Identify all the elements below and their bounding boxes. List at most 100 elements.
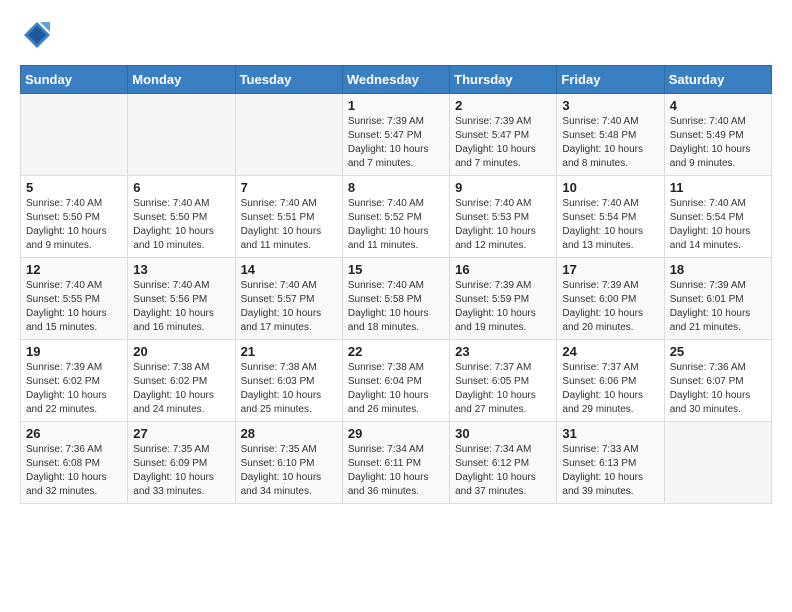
- day-number: 27: [133, 426, 229, 441]
- day-number: 13: [133, 262, 229, 277]
- calendar-cell: 13 Sunrise: 7:40 AM Sunset: 5:56 PM Dayli…: [128, 258, 235, 340]
- day-info: Sunrise: 7:39 AM Sunset: 6:02 PM Dayligh…: [26, 361, 122, 417]
- calendar-cell: 2 Sunrise: 7:39 AM Sunset: 5:47 PM Daylig…: [450, 94, 557, 176]
- day-number: 29: [348, 426, 444, 441]
- day-number: 8: [348, 180, 444, 195]
- calendar-table: SundayMondayTuesdayWednesdayThursdayFrid…: [20, 65, 772, 504]
- day-info: Sunrise: 7:39 AM Sunset: 6:00 PM Dayligh…: [562, 279, 658, 335]
- day-number: 20: [133, 344, 229, 359]
- day-info: Sunrise: 7:39 AM Sunset: 6:01 PM Dayligh…: [670, 279, 766, 335]
- day-info: Sunrise: 7:36 AM Sunset: 6:08 PM Dayligh…: [26, 443, 122, 499]
- day-info: Sunrise: 7:40 AM Sunset: 5:52 PM Dayligh…: [348, 197, 444, 253]
- day-number: 22: [348, 344, 444, 359]
- calendar-cell: 29Sunrise: 7:34 AM Sunset: 6:11 PM Dayli…: [342, 422, 449, 504]
- calendar-cell: 8 Sunrise: 7:40 AM Sunset: 5:52 PM Daylig…: [342, 176, 449, 258]
- calendar-cell: 15 Sunrise: 7:40 AM Sunset: 5:58 PM Dayli…: [342, 258, 449, 340]
- day-info: Sunrise: 7:40 AM Sunset: 5:50 PM Dayligh…: [26, 197, 122, 253]
- day-info: Sunrise: 7:40 AM Sunset: 5:58 PM Dayligh…: [348, 279, 444, 335]
- day-info: Sunrise: 7:34 AM Sunset: 6:12 PM Dayligh…: [455, 443, 551, 499]
- weekday-header-tuesday: Tuesday: [235, 66, 342, 94]
- calendar-cell: 7 Sunrise: 7:40 AM Sunset: 5:51 PM Daylig…: [235, 176, 342, 258]
- day-number: 26: [26, 426, 122, 441]
- calendar-week-4: 19 Sunrise: 7:39 AM Sunset: 6:02 PM Dayli…: [21, 340, 772, 422]
- calendar-cell: 28 Sunrise: 7:35 AM Sunset: 6:10 PM Dayli…: [235, 422, 342, 504]
- calendar-cell: 11Sunrise: 7:40 AM Sunset: 5:54 PM Dayli…: [664, 176, 771, 258]
- day-info: Sunrise: 7:40 AM Sunset: 5:49 PM Dayligh…: [670, 115, 766, 171]
- calendar-week-2: 5 Sunrise: 7:40 AM Sunset: 5:50 PM Daylig…: [21, 176, 772, 258]
- day-info: Sunrise: 7:40 AM Sunset: 5:51 PM Dayligh…: [241, 197, 337, 253]
- calendar-cell: 23 Sunrise: 7:37 AM Sunset: 6:05 PM Dayli…: [450, 340, 557, 422]
- day-number: 21: [241, 344, 337, 359]
- day-info: Sunrise: 7:40 AM Sunset: 5:55 PM Dayligh…: [26, 279, 122, 335]
- calendar-cell: 20 Sunrise: 7:38 AM Sunset: 6:02 PM Dayli…: [128, 340, 235, 422]
- calendar-cell: [664, 422, 771, 504]
- calendar-cell: 17 Sunrise: 7:39 AM Sunset: 6:00 PM Dayli…: [557, 258, 664, 340]
- calendar-cell: 1 Sunrise: 7:39 AM Sunset: 5:47 PM Daylig…: [342, 94, 449, 176]
- day-number: 23: [455, 344, 551, 359]
- day-number: 15: [348, 262, 444, 277]
- day-number: 24: [562, 344, 658, 359]
- logo: [20, 20, 56, 55]
- calendar-cell: 6 Sunrise: 7:40 AM Sunset: 5:50 PM Daylig…: [128, 176, 235, 258]
- calendar-cell: [128, 94, 235, 176]
- logo-icon: [22, 20, 52, 50]
- calendar-cell: 12 Sunrise: 7:40 AM Sunset: 5:55 PM Dayli…: [21, 258, 128, 340]
- day-number: 28: [241, 426, 337, 441]
- page-header: [20, 20, 772, 55]
- day-number: 1: [348, 98, 444, 113]
- day-info: Sunrise: 7:37 AM Sunset: 6:05 PM Dayligh…: [455, 361, 551, 417]
- day-info: Sunrise: 7:37 AM Sunset: 6:06 PM Dayligh…: [562, 361, 658, 417]
- calendar-cell: 14 Sunrise: 7:40 AM Sunset: 5:57 PM Dayli…: [235, 258, 342, 340]
- calendar-cell: 22 Sunrise: 7:38 AM Sunset: 6:04 PM Dayli…: [342, 340, 449, 422]
- day-info: Sunrise: 7:38 AM Sunset: 6:02 PM Dayligh…: [133, 361, 229, 417]
- calendar-cell: [21, 94, 128, 176]
- day-number: 25: [670, 344, 766, 359]
- calendar-cell: 27Sunrise: 7:35 AM Sunset: 6:09 PM Dayli…: [128, 422, 235, 504]
- weekday-header-monday: Monday: [128, 66, 235, 94]
- day-number: 5: [26, 180, 122, 195]
- day-info: Sunrise: 7:40 AM Sunset: 5:57 PM Dayligh…: [241, 279, 337, 335]
- weekday-header-wednesday: Wednesday: [342, 66, 449, 94]
- calendar-cell: 18 Sunrise: 7:39 AM Sunset: 6:01 PM Dayli…: [664, 258, 771, 340]
- day-info: Sunrise: 7:36 AM Sunset: 6:07 PM Dayligh…: [670, 361, 766, 417]
- day-info: Sunrise: 7:35 AM Sunset: 6:10 PM Dayligh…: [241, 443, 337, 499]
- day-number: 30: [455, 426, 551, 441]
- day-info: Sunrise: 7:38 AM Sunset: 6:04 PM Dayligh…: [348, 361, 444, 417]
- day-number: 2: [455, 98, 551, 113]
- day-number: 16: [455, 262, 551, 277]
- day-info: Sunrise: 7:40 AM Sunset: 5:50 PM Dayligh…: [133, 197, 229, 253]
- day-number: 18: [670, 262, 766, 277]
- calendar-header-row: SundayMondayTuesdayWednesdayThursdayFrid…: [21, 66, 772, 94]
- day-number: 6: [133, 180, 229, 195]
- day-info: Sunrise: 7:40 AM Sunset: 5:56 PM Dayligh…: [133, 279, 229, 335]
- calendar-cell: 31Sunrise: 7:33 AM Sunset: 6:13 PM Dayli…: [557, 422, 664, 504]
- calendar-cell: 5 Sunrise: 7:40 AM Sunset: 5:50 PM Daylig…: [21, 176, 128, 258]
- day-info: Sunrise: 7:40 AM Sunset: 5:54 PM Dayligh…: [562, 197, 658, 253]
- day-info: Sunrise: 7:39 AM Sunset: 5:47 PM Dayligh…: [455, 115, 551, 171]
- calendar-cell: 30 Sunrise: 7:34 AM Sunset: 6:12 PM Dayli…: [450, 422, 557, 504]
- calendar-cell: 4 Sunrise: 7:40 AM Sunset: 5:49 PM Daylig…: [664, 94, 771, 176]
- day-number: 3: [562, 98, 658, 113]
- calendar-week-5: 26 Sunrise: 7:36 AM Sunset: 6:08 PM Dayli…: [21, 422, 772, 504]
- day-info: Sunrise: 7:40 AM Sunset: 5:48 PM Dayligh…: [562, 115, 658, 171]
- day-number: 7: [241, 180, 337, 195]
- day-number: 19: [26, 344, 122, 359]
- day-info: Sunrise: 7:38 AM Sunset: 6:03 PM Dayligh…: [241, 361, 337, 417]
- day-number: 4: [670, 98, 766, 113]
- day-number: 12: [26, 262, 122, 277]
- day-info: Sunrise: 7:39 AM Sunset: 5:47 PM Dayligh…: [348, 115, 444, 171]
- calendar-cell: 21 Sunrise: 7:38 AM Sunset: 6:03 PM Dayli…: [235, 340, 342, 422]
- day-number: 10: [562, 180, 658, 195]
- calendar-cell: 3 Sunrise: 7:40 AM Sunset: 5:48 PM Daylig…: [557, 94, 664, 176]
- day-number: 14: [241, 262, 337, 277]
- calendar-cell: 19 Sunrise: 7:39 AM Sunset: 6:02 PM Dayli…: [21, 340, 128, 422]
- weekday-header-friday: Friday: [557, 66, 664, 94]
- calendar-cell: 16Sunrise: 7:39 AM Sunset: 5:59 PM Dayli…: [450, 258, 557, 340]
- calendar-week-1: 1 Sunrise: 7:39 AM Sunset: 5:47 PM Daylig…: [21, 94, 772, 176]
- day-number: 11: [670, 180, 766, 195]
- calendar-week-3: 12 Sunrise: 7:40 AM Sunset: 5:55 PM Dayli…: [21, 258, 772, 340]
- day-number: 17: [562, 262, 658, 277]
- calendar-cell: 9Sunrise: 7:40 AM Sunset: 5:53 PM Daylig…: [450, 176, 557, 258]
- day-number: 31: [562, 426, 658, 441]
- weekday-header-thursday: Thursday: [450, 66, 557, 94]
